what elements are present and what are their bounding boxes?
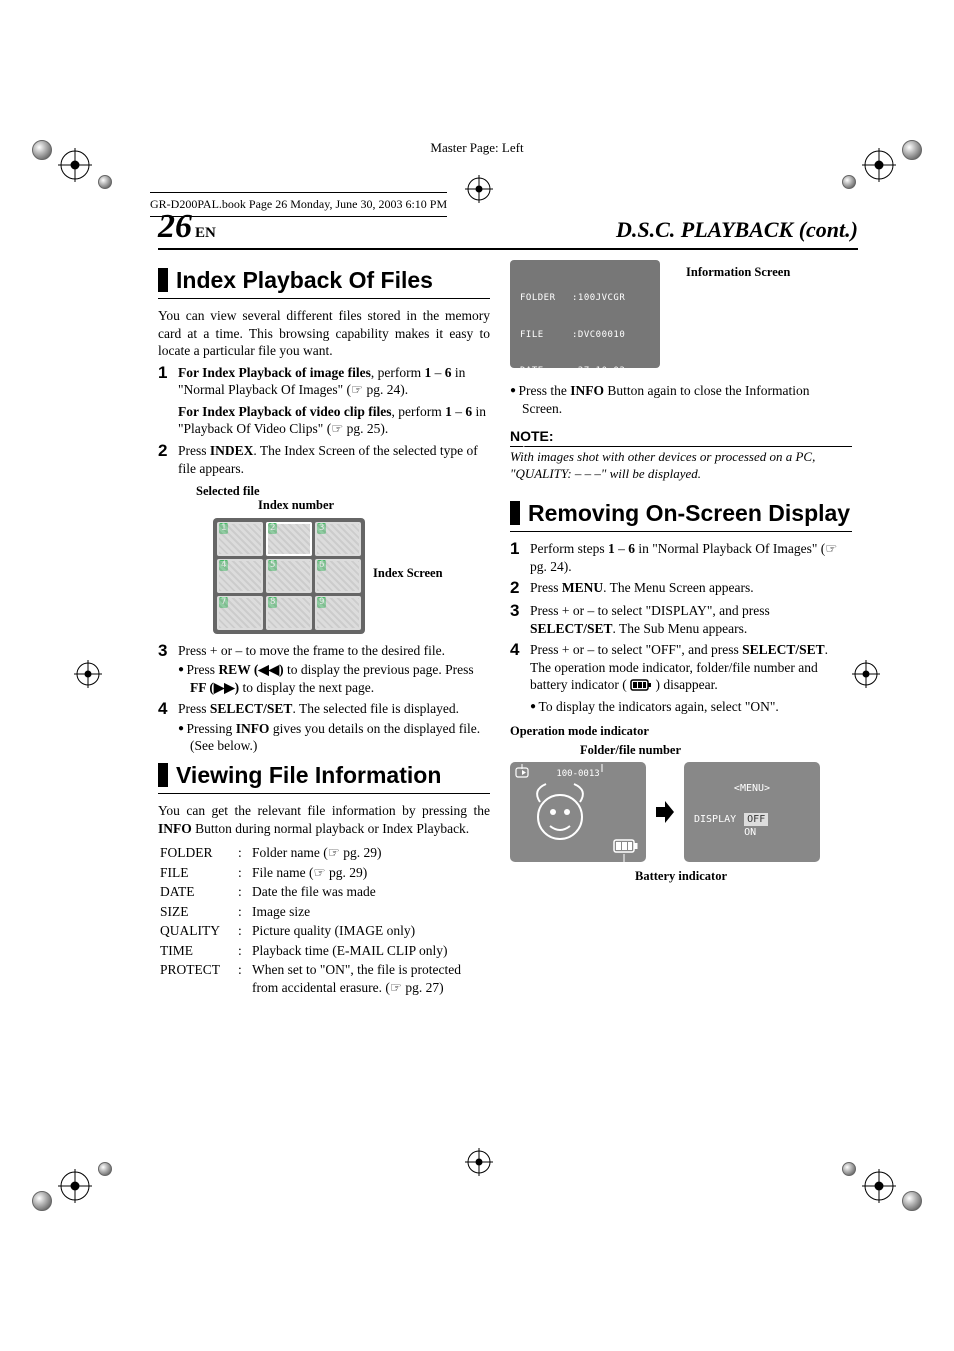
callout-folder-file-number: Folder/file number (580, 742, 852, 758)
step-sub: To display the indicators again, select … (542, 698, 852, 716)
step-3: 3 Press + or – to move the frame to the … (158, 642, 490, 697)
step-number: 2 (510, 579, 530, 598)
step-3: 3 Press + or – to select "DISPLAY", and … (510, 602, 852, 637)
step-lead: For Index Playback of video clip files (178, 404, 392, 419)
step-4: 4 Press + or – to select "OFF", and pres… (510, 641, 852, 715)
index-screen-figure: Selected file Index number 1 2 3 4 5 6 (168, 483, 490, 634)
step-sub: Pressing INFO gives you details on the d… (190, 720, 490, 755)
registration-dot (902, 1191, 922, 1211)
callout-index-screen: Index Screen (373, 566, 443, 580)
operation-mode-figure: Operation mode indicator Folder/file num… (510, 723, 852, 884)
page: Master Page: Left GR-D200PAL.book Page 2… (0, 0, 954, 1351)
menu-off-option: OFF (744, 813, 768, 826)
step-number: 4 (510, 641, 530, 715)
section-intro: You can view several different files sto… (158, 307, 490, 360)
step-2: 2 Press INDEX. The Index Screen of the s… (158, 442, 490, 477)
step-1: 1 Perform steps 1 – 6 in "Normal Playbac… (510, 540, 852, 575)
crop-mark (58, 1169, 92, 1203)
crop-mark (862, 1169, 896, 1203)
callout-operation-mode: Operation mode indicator (510, 723, 852, 739)
file-info-table: FOLDER:Folder name (☞ pg. 29) FILE:File … (158, 843, 490, 997)
step-number: 3 (158, 642, 178, 697)
menu-on-option: ON (744, 827, 756, 838)
crop-mark (465, 1148, 493, 1176)
step-number: 1 (510, 540, 530, 575)
callout-index-number: Index number (258, 497, 334, 513)
step-2: 2 Press MENU. The Menu Screen appears. (510, 579, 852, 598)
column-left: Index Playback Of Files You can view sev… (158, 260, 490, 997)
crop-mark (465, 175, 493, 203)
index-thumbnail-grid: 1 2 3 4 5 6 7 8 9 (213, 518, 365, 634)
section-intro: You can get the relevant file informatio… (158, 802, 490, 837)
registration-dot (842, 175, 856, 189)
crop-mark (74, 660, 102, 688)
page-number-value: 26 (158, 208, 192, 245)
step-number: 3 (510, 602, 530, 637)
callout-selected-file: Selected file (196, 483, 260, 499)
note-body: With images shot with other devices or p… (510, 449, 852, 483)
menu-preview: <MENU> DISPLAY OFF ON (684, 762, 820, 862)
step-sub: Press REW (◀◀) to display the previous p… (190, 661, 490, 696)
running-header-text: GR-D200PAL.book Page 26 Monday, June 30,… (150, 197, 447, 211)
arrow-right-icon (654, 799, 676, 825)
column-right: FOLDER:100JVCGR FILE:DVC00010 DATE:27.10… (510, 260, 852, 997)
registration-dot (32, 1191, 52, 1211)
step-number: 1 (158, 364, 178, 438)
section-heading-viewing-file-info: Viewing File Information (158, 763, 490, 787)
menu-display-label: DISPLAY (694, 813, 736, 839)
lcd-folder-number: 100-0013 (556, 769, 599, 779)
page-lang: EN (195, 225, 216, 241)
step-4: 4 Press SELECT/SET. The selected file is… (158, 700, 490, 755)
information-screen-figure: FOLDER:100JVCGR FILE:DVC00010 DATE:27.10… (510, 260, 852, 368)
section-heading-removing-osd: Removing On-Screen Display (510, 501, 852, 525)
registration-dot (842, 1162, 856, 1176)
step-1: 1 For Index Playback of image files, per… (158, 364, 490, 438)
section-heading-index-playback: Index Playback Of Files (158, 268, 490, 292)
page-section-title: D.S.C. PLAYBACK (cont.) (616, 217, 858, 243)
registration-dot (98, 1162, 112, 1176)
callout-information-screen: Information Screen (686, 264, 790, 280)
step-lead: For Index Playback of image files (178, 365, 371, 380)
page-header: 26EN D.S.C. PLAYBACK (cont.) (158, 210, 858, 250)
lcd-preview: 100-0013 (510, 762, 646, 862)
callout-battery-indicator: Battery indicator (510, 868, 852, 884)
page-number: 26EN (158, 210, 216, 244)
battery-icon (630, 678, 652, 696)
master-page-label: Master Page: Left (0, 140, 954, 156)
step-number: 2 (158, 442, 178, 477)
step-number: 4 (158, 700, 178, 755)
information-screen-box: FOLDER:100JVCGR FILE:DVC00010 DATE:27.10… (510, 260, 660, 368)
registration-dot (98, 175, 112, 189)
